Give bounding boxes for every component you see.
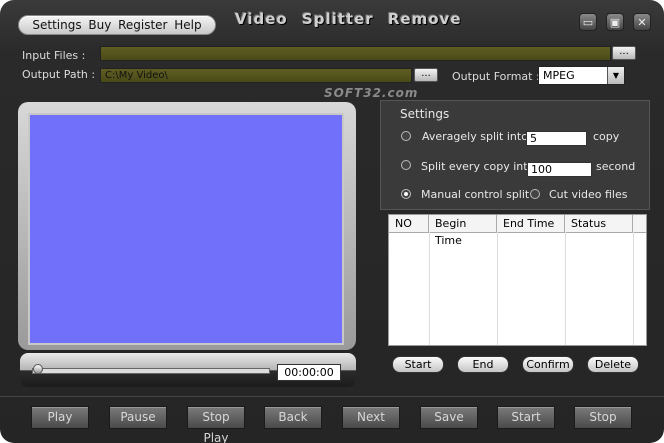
app-window: Settings Buy Register Help Video Splitte… — [0, 0, 664, 443]
average-split-unit: copy — [593, 130, 620, 143]
video-preview — [28, 113, 344, 345]
split-every-label: Split every copy into — [421, 160, 535, 173]
minimize-icon[interactable]: ▭ — [579, 13, 597, 31]
start-button[interactable]: Start — [497, 406, 555, 429]
seek-slider-handle[interactable] — [33, 364, 43, 374]
radio-cut-video[interactable] — [530, 189, 540, 199]
seek-slider[interactable] — [32, 368, 270, 374]
column-divider — [565, 232, 566, 345]
menu-help[interactable]: Help — [174, 18, 201, 32]
next-button[interactable]: Next — [342, 406, 400, 429]
input-files-field[interactable] — [100, 46, 611, 61]
save-button[interactable]: Save — [420, 406, 478, 429]
delete-button[interactable]: Delete — [587, 356, 639, 373]
radio-average-split[interactable] — [401, 131, 411, 141]
split-every-unit: second — [596, 160, 636, 173]
column-divider — [497, 232, 498, 345]
column-header-begin-time[interactable]: Begin Time — [429, 215, 497, 247]
input-files-label: Input Files : — [22, 49, 86, 62]
output-path-label: Output Path : — [22, 68, 96, 81]
manual-split-label: Manual control split — [421, 188, 530, 201]
maximize-icon[interactable]: ▣ — [606, 13, 624, 31]
pause-button[interactable]: Pause — [109, 406, 167, 429]
radio-split-every[interactable] — [401, 160, 411, 170]
column-header-no[interactable]: NO — [389, 215, 429, 232]
close-icon[interactable]: ✕ — [633, 13, 651, 31]
radio-manual-split[interactable] — [401, 189, 411, 199]
back-button[interactable]: Back — [264, 406, 322, 429]
menu-register[interactable]: Register — [118, 18, 167, 32]
output-format-label: Output Format : — [452, 70, 540, 83]
chevron-down-icon[interactable]: ▼ — [607, 67, 624, 84]
input-files-browse-button[interactable]: ... — [612, 46, 636, 60]
output-path-field[interactable]: C:\My Video\ — [100, 68, 412, 83]
end-split-button[interactable]: End — [457, 356, 509, 373]
confirm-button[interactable]: Confirm — [522, 356, 574, 373]
output-format-value: MPEG — [543, 69, 575, 82]
table-header: NO Begin Time End Time Status — [389, 215, 646, 247]
column-header-status[interactable]: Status — [565, 215, 633, 232]
start-split-button[interactable]: Start — [392, 356, 444, 373]
timecode-display: 00:00:00 — [277, 364, 341, 381]
cut-video-label: Cut video files — [549, 188, 628, 201]
menu-settings[interactable]: Settings — [32, 18, 81, 32]
stop-play-button[interactable]: Stop Play — [187, 406, 245, 443]
split-list-table[interactable]: NO Begin Time End Time Status — [388, 214, 647, 346]
average-split-label: Averagely split into — [422, 130, 528, 143]
app-title: Video Splitter Remove — [235, 10, 462, 28]
play-button[interactable]: Play — [31, 406, 89, 429]
menu-bar: Settings Buy Register Help — [18, 15, 216, 35]
divider — [0, 396, 664, 397]
stop-button[interactable]: Stop — [574, 406, 632, 429]
average-split-input[interactable]: 5 — [526, 131, 587, 146]
column-divider — [429, 232, 430, 345]
column-divider — [633, 232, 634, 345]
menu-buy[interactable]: Buy — [88, 18, 111, 32]
column-header-end-time[interactable]: End Time — [497, 215, 565, 232]
settings-title: Settings — [400, 107, 450, 121]
output-path-browse-button[interactable]: ... — [414, 68, 438, 82]
watermark-logo: SOFT32.com — [324, 86, 419, 100]
output-format-select[interactable]: MPEG ▼ — [538, 66, 625, 85]
split-every-input[interactable]: 100 — [527, 162, 592, 177]
